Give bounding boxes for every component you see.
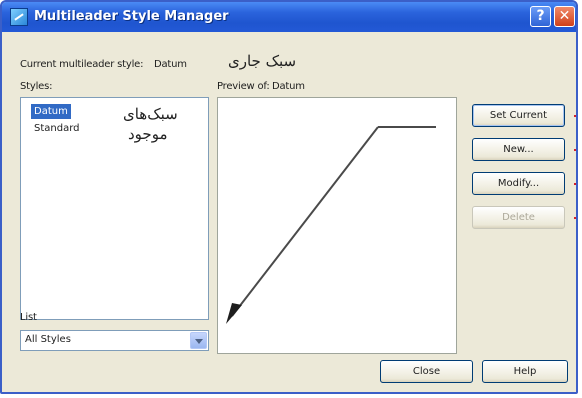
- multileader-app-icon: [10, 8, 28, 26]
- close-button[interactable]: Close: [380, 360, 473, 383]
- multileader-preview-graphic: [226, 126, 436, 324]
- preview-label: Preview of:: [217, 81, 270, 92]
- current-style-value: Datum: [154, 59, 187, 70]
- window-title: Multileader Style Manager: [34, 9, 229, 24]
- current-style-annotation: سبک جاری: [228, 52, 297, 70]
- style-item-standard[interactable]: Standard: [31, 121, 83, 136]
- chevron-down-icon[interactable]: [190, 332, 207, 349]
- leader-arrowhead: [226, 303, 242, 324]
- styles-listbox[interactable]: Datum Standard سبک‌های موجود: [20, 97, 209, 320]
- styles-label: Styles:: [20, 81, 53, 92]
- title-bar[interactable]: Multileader Style Manager ? ✕: [2, 2, 576, 32]
- delete-pointer-mark: [574, 217, 576, 219]
- new-button[interactable]: New...: [472, 138, 565, 161]
- available-styles-annotation-line1: سبک‌های: [123, 105, 178, 123]
- list-filter-value: All Styles: [25, 334, 71, 345]
- multileader-style-manager-dialog: Multileader Style Manager ? ✕ Current mu…: [0, 0, 578, 394]
- current-style-label: Current multileader style:: [20, 59, 144, 70]
- leader-line: [231, 126, 379, 317]
- new-pointer-mark: [574, 149, 576, 151]
- preview-pane: [217, 97, 457, 354]
- modify-pointer-mark: [574, 183, 576, 185]
- help-button[interactable]: Help: [482, 360, 568, 383]
- set-current-pointer-mark: [574, 115, 576, 117]
- modify-button[interactable]: Modify...: [472, 172, 565, 195]
- delete-button[interactable]: Delete: [472, 206, 565, 229]
- title-close-button[interactable]: ✕: [554, 6, 575, 27]
- set-current-button[interactable]: Set Current: [472, 104, 565, 127]
- preview-style-name: Datum: [272, 81, 305, 92]
- available-styles-annotation-line2: موجود: [128, 125, 168, 143]
- list-filter-dropdown[interactable]: All Styles: [20, 330, 209, 351]
- style-item-datum[interactable]: Datum: [31, 104, 71, 119]
- title-help-button[interactable]: ?: [530, 6, 551, 27]
- list-label: List: [20, 312, 37, 323]
